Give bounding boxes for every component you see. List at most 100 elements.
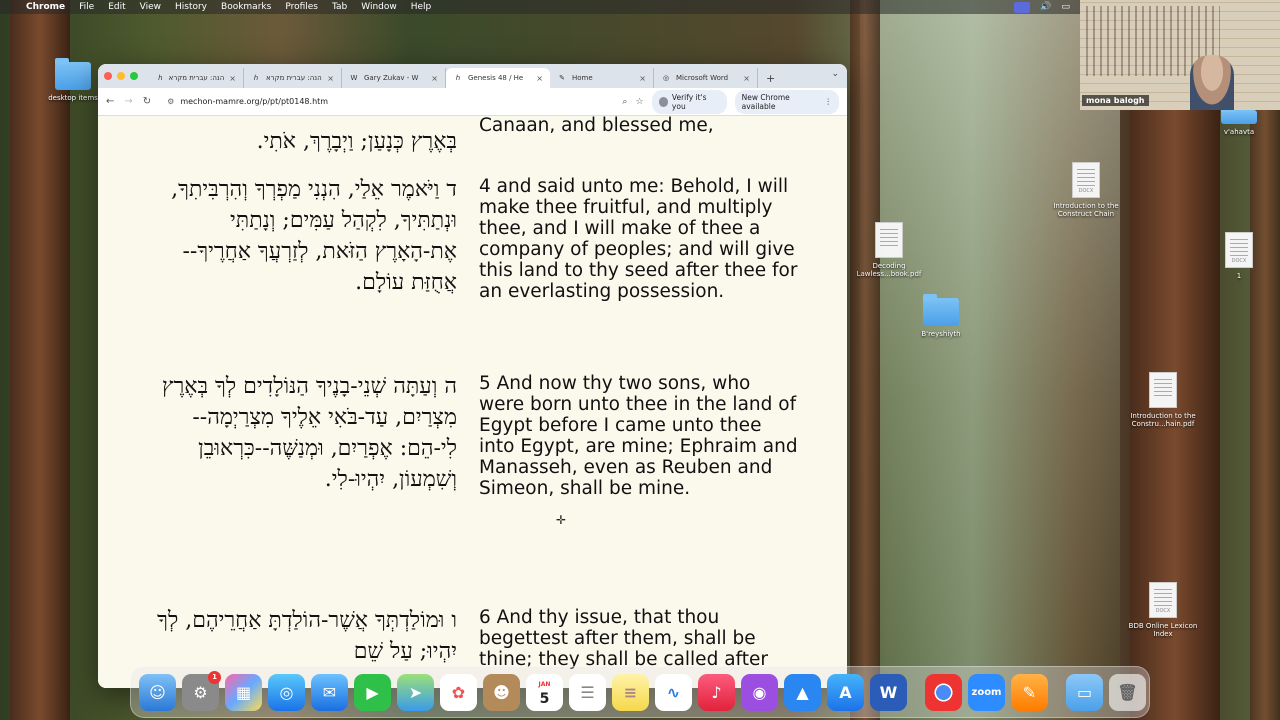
system-settings-icon[interactable]: ⚙ 1 xyxy=(182,670,221,711)
desktop-file-bdb[interactable]: DOCX BDB Online Lexicon Index xyxy=(1118,582,1208,638)
chrome-icon[interactable] xyxy=(925,673,962,711)
tab-close-icon[interactable]: × xyxy=(229,74,236,83)
finder-icon[interactable]: ☺ xyxy=(139,673,176,711)
new-tab-button[interactable]: + xyxy=(758,68,783,88)
menu-window[interactable]: Window xyxy=(361,2,397,12)
folder-icon xyxy=(923,294,959,326)
contacts-icon[interactable]: ☻ xyxy=(483,673,520,711)
photos-icon[interactable]: ✿ xyxy=(440,673,477,711)
mail-icon[interactable]: ✉ xyxy=(311,673,348,711)
keynote-icon[interactable]: ▲ xyxy=(784,673,821,711)
menu-history[interactable]: History xyxy=(175,2,207,12)
music-icon[interactable]: ♪ xyxy=(698,673,735,711)
tab-gary-zukav[interactable]: W Gary Zukav - W × xyxy=(342,68,446,88)
maps-icon[interactable]: ➤ xyxy=(397,673,434,711)
notes-icon[interactable]: ≡ xyxy=(612,673,649,711)
calendar-month: JAN xyxy=(538,681,551,688)
desktop-folder-vahavta[interactable]: v'ahavta xyxy=(1194,106,1280,136)
tab-favicon: ◎ xyxy=(662,74,670,82)
freeform-icon[interactable]: ∿ xyxy=(655,673,692,711)
desktop-folder-breyshiyth[interactable]: B'reyshiyth xyxy=(896,294,986,338)
downloads-folder-icon[interactable]: ▭ xyxy=(1066,673,1103,711)
bookmark-star-icon[interactable]: ☆ xyxy=(635,97,643,107)
calendar-icon[interactable]: JAN 5 xyxy=(526,673,563,711)
battery-icon[interactable]: ▭ xyxy=(1061,2,1070,12)
verify-profile-button[interactable]: Verify it's you xyxy=(651,89,727,114)
more-menu-icon: ⋮ xyxy=(824,97,833,106)
tab-label: Gary Zukav - W xyxy=(364,74,419,82)
tab-close-icon[interactable]: × xyxy=(431,74,438,83)
close-window-button[interactable] xyxy=(104,72,112,80)
mac-dock: ☺ ⚙ 1 ▦ ◎ ✉ ▶ ➤ ✿ ☻ JAN 5 ☰ ≡ ∿ ♪ ◉ ▲ A W… xyxy=(130,666,1150,718)
verse-hebrew: ד וַיֹּאמֶר אֵלַי, הִנְנִי מַפְרְךָ וְהִ… xyxy=(171,177,457,295)
tab-close-icon[interactable]: × xyxy=(743,74,750,83)
zoom-video-tile[interactable]: mona balogh xyxy=(1080,0,1280,110)
url-text[interactable]: mechon-mamre.org/p/pt/pt0148.htm xyxy=(180,97,328,106)
desktop-icon-label: v'ahavta xyxy=(1223,128,1255,136)
tab-search-chevron-icon[interactable]: ⌄ xyxy=(831,69,839,79)
menu-view[interactable]: View xyxy=(140,2,161,12)
tab-favicon: ℎ xyxy=(455,74,461,82)
screen-share-icon[interactable] xyxy=(1014,1,1031,13)
desktop-icon-label: 1 xyxy=(1236,272,1242,280)
desktop-file-one[interactable]: DOCX 1 xyxy=(1194,232,1280,280)
tab-microsoft-word[interactable]: ◎ Microsoft Word × xyxy=(654,68,758,88)
window-controls xyxy=(104,64,138,88)
tab-favicon: ℎ xyxy=(158,74,163,82)
menubar-status: 🔊 ▭ xyxy=(1014,0,1070,14)
tab-label: הנה: עברית מקרא xyxy=(266,74,322,82)
minimize-window-button[interactable] xyxy=(117,72,125,80)
verse-hebrew: בְּאֶרֶץ כְּנָעַן; וַיְבָרֶךְ, אֹתִי. xyxy=(256,129,457,154)
menu-file[interactable]: File xyxy=(79,2,94,12)
launchpad-icon[interactable]: ▦ xyxy=(225,673,262,711)
tab-close-icon[interactable]: × xyxy=(327,74,334,83)
desktop-icon-label: B'reyshiyth xyxy=(921,330,961,338)
reminders-icon[interactable]: ☰ xyxy=(569,673,606,711)
trash-icon[interactable]: 🗑 xyxy=(1109,673,1146,711)
tab-close-icon[interactable]: × xyxy=(536,74,543,83)
document-icon: DOCX xyxy=(1072,162,1100,198)
tree-trunk xyxy=(850,0,880,720)
word-icon[interactable]: W xyxy=(870,673,907,711)
tab-favicon: ℎ xyxy=(253,74,259,82)
browser-toolbar: ← → ↻ ⚙ mechon-mamre.org/p/pt/pt0148.htm… xyxy=(98,88,847,116)
desktop-file-decoding[interactable]: Decoding Lawless...book.pdf xyxy=(844,222,934,278)
folder-icon xyxy=(1221,106,1257,124)
chrome-update-button[interactable]: New Chrome available ⋮ xyxy=(734,89,839,114)
chrome-window: ℎ הנה: עברית מקרא × ℎ הנה: עברית מקרא × … xyxy=(98,64,847,688)
reload-button[interactable]: ↻ xyxy=(143,96,151,107)
forward-button[interactable]: → xyxy=(124,96,132,107)
app-store-icon[interactable]: A xyxy=(827,673,864,711)
tab-favicon: W xyxy=(350,74,358,82)
mouse-cursor-icon: ✛ xyxy=(556,513,567,527)
menu-edit[interactable]: Edit xyxy=(108,2,125,12)
document-icon: DOCX xyxy=(1149,582,1177,618)
zoom-magnifier-icon[interactable]: ⌕ xyxy=(622,97,627,107)
menu-bookmarks[interactable]: Bookmarks xyxy=(221,2,271,12)
desktop-file-construct-pdf[interactable]: Introduction to the Constru...hain.pdf xyxy=(1118,372,1208,428)
safari-icon[interactable]: ◎ xyxy=(268,673,305,711)
tree-trunk xyxy=(10,0,70,720)
back-button[interactable]: ← xyxy=(106,96,114,107)
verse-hebrew: ה וְעַתָּה שְׁנֵי-בָנֶיךָ הַנּוֹלָדִים ל… xyxy=(161,374,457,492)
pages-icon[interactable]: ✎ xyxy=(1011,673,1048,711)
desktop-file-construct-chain[interactable]: DOCX Introduction to the Construct Chain xyxy=(1041,162,1131,218)
tab-hebrew-2[interactable]: ℎ הנה: עברית מקרא × xyxy=(244,68,342,88)
podcasts-icon[interactable]: ◉ xyxy=(741,673,778,711)
menu-help[interactable]: Help xyxy=(411,2,432,12)
facetime-icon[interactable]: ▶ xyxy=(354,673,391,711)
tab-home[interactable]: ✎ Home × xyxy=(550,68,654,88)
tab-genesis-48[interactable]: ℎ Genesis 48 / He × xyxy=(446,68,550,88)
site-info-icon[interactable]: ⚙ xyxy=(167,97,174,106)
tab-hebrew-1[interactable]: ℎ הנה: עברית מקרא × xyxy=(150,68,244,88)
tab-close-icon[interactable]: × xyxy=(639,74,646,83)
tab-label: Home xyxy=(572,74,593,82)
address-bar[interactable]: ⚙ mechon-mamre.org/p/pt/pt0148.htm xyxy=(161,92,612,112)
volume-icon[interactable]: 🔊 xyxy=(1040,2,1051,12)
zoom-window-button[interactable] xyxy=(130,72,138,80)
menu-tab[interactable]: Tab xyxy=(332,2,347,12)
zoom-icon[interactable]: zoom xyxy=(968,673,1005,711)
menu-profiles[interactable]: Profiles xyxy=(285,2,318,12)
app-menu-chrome[interactable]: Chrome xyxy=(26,2,65,12)
desktop-icon-label: BDB Online Lexicon Index xyxy=(1128,622,1198,638)
